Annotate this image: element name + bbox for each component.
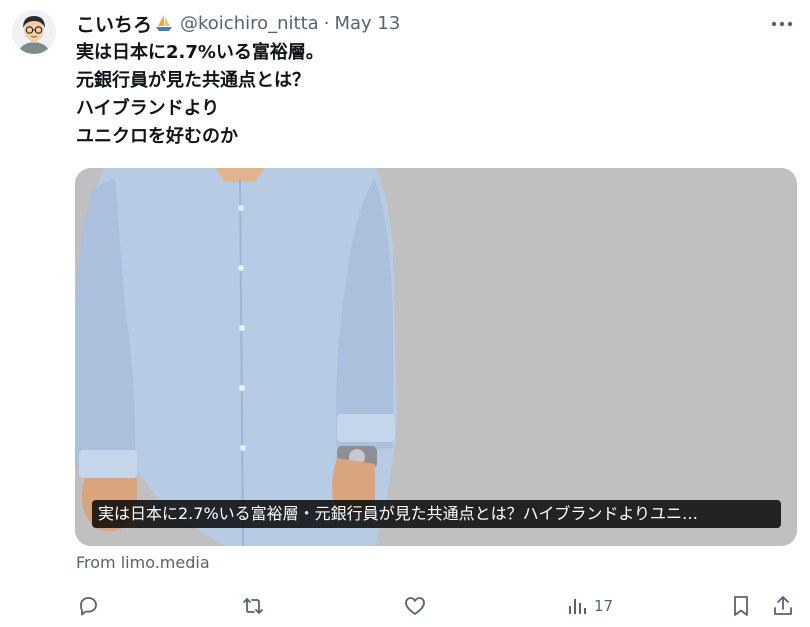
user-handle[interactable]: @koichiro_nitta bbox=[180, 13, 319, 34]
card-title: 実は日本に2.7%いる富裕層・元銀行員が見た共通点とは？ハイブランドよりユニ… bbox=[92, 500, 781, 528]
tweet-line: ユニクロを好むのか bbox=[76, 126, 238, 147]
avatar[interactable] bbox=[12, 10, 56, 54]
share-icon bbox=[774, 596, 792, 615]
separator-dot: · bbox=[323, 12, 330, 34]
bookmark-button[interactable] bbox=[730, 594, 752, 618]
views-count: 17 bbox=[594, 597, 614, 615]
reply-button[interactable] bbox=[76, 594, 100, 618]
link-card[interactable]: 実は日本に2.7%いる富裕層・元銀行員が見た共通点とは？ハイブランドよりユニ… bbox=[75, 168, 797, 546]
share-button[interactable] bbox=[771, 594, 795, 618]
card-source[interactable]: From limo.media bbox=[76, 553, 210, 572]
more-options-icon[interactable] bbox=[770, 12, 794, 36]
sailboat-icon bbox=[154, 13, 174, 33]
tweet-line: 元銀行員が見た共通点とは？ bbox=[76, 70, 310, 91]
tweet-line: 実は日本に2.7%いる富裕層。 bbox=[76, 42, 324, 63]
bookmark-icon bbox=[734, 596, 748, 616]
tweet-date[interactable]: May 13 bbox=[334, 13, 400, 34]
tweet-header: こいちろ @koichiro_nitta · May 13 bbox=[76, 10, 400, 36]
tweet-line: ハイブランドより bbox=[76, 98, 220, 119]
display-name[interactable]: こいちろ bbox=[76, 10, 152, 37]
card-image bbox=[75, 168, 797, 546]
tweet-text: 実は日本に2.7%いる富裕層。 元銀行員が見た共通点とは？ ハイブランドより ユ… bbox=[76, 39, 766, 151]
bar-chart-icon bbox=[569, 599, 586, 614]
reply-icon bbox=[80, 597, 97, 616]
heart-icon bbox=[405, 597, 425, 615]
like-button[interactable] bbox=[403, 594, 427, 618]
retweet-icon bbox=[243, 598, 263, 614]
avatar-image bbox=[12, 10, 56, 54]
retweet-button[interactable] bbox=[240, 594, 266, 618]
views-button[interactable]: 17 bbox=[566, 594, 613, 618]
